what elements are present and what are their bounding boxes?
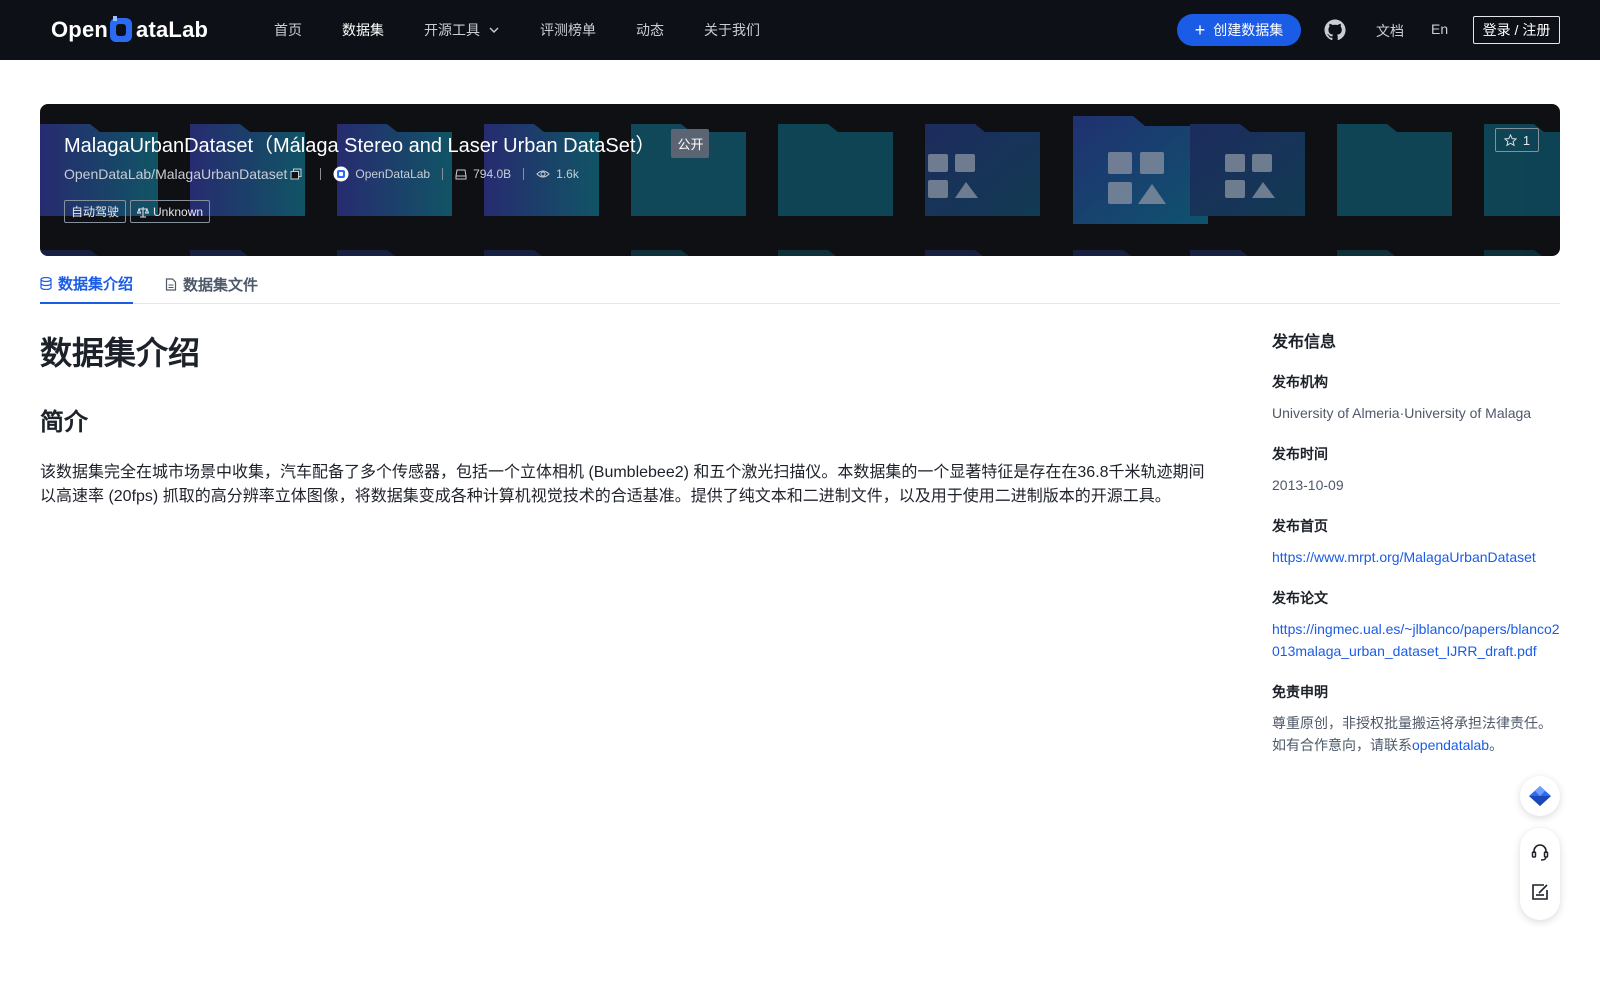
homepage-label: 发布首页 bbox=[1272, 518, 1328, 534]
create-dataset-label: 创建数据集 bbox=[1213, 22, 1284, 38]
publisher-label: 发布机构 bbox=[1272, 374, 1328, 390]
nav-home[interactable]: 首页 bbox=[274, 20, 302, 40]
login-register-button[interactable]: 登录 / 注册 bbox=[1473, 16, 1560, 44]
nav-news[interactable]: 动态 bbox=[636, 20, 664, 40]
nav-leaderboard[interactable]: 评测榜单 bbox=[540, 20, 596, 40]
nav-tools-label: 开源工具 bbox=[424, 22, 480, 38]
publish-date-label: 发布时间 bbox=[1272, 446, 1328, 462]
visibility-badge: 公开 bbox=[671, 129, 710, 158]
star-count: 1 bbox=[1522, 132, 1531, 148]
storage-size-icon bbox=[455, 168, 467, 180]
tab-dataset-files[interactable]: 数据集文件 bbox=[165, 264, 258, 304]
disclaimer-prefix: 如有合作意向，请联系 bbox=[1272, 737, 1412, 753]
publish-info-sidebar: 发布信息 发布机构 University of Almeria·Universi… bbox=[1272, 328, 1562, 768]
summary-heading: 简介 bbox=[40, 409, 88, 436]
tab-dataset-files-label: 数据集文件 bbox=[183, 276, 259, 294]
dataset-intro-content: 数据集介绍 简介 该数据集完全在城市场景中收集，汽车配备了多个传感器，包括一个立… bbox=[40, 328, 1210, 509]
publisher-value: University of Almeria·University of Mala… bbox=[1272, 405, 1532, 421]
disclaimer-text: 尊重原创，非授权批量搬运将承担法律责任。 如有合作意向，请联系opendatal… bbox=[1272, 712, 1562, 756]
meta-divider bbox=[523, 168, 525, 180]
nav-datasets-label: 数据集 bbox=[342, 22, 384, 38]
support-float-panel bbox=[1520, 828, 1560, 920]
publisher-block: 发布机构 University of Almeria·University of… bbox=[1272, 372, 1562, 424]
dataset-title: MalagaUrbanDataset（Málaga Stereo and Las… bbox=[64, 135, 656, 157]
publish-info-title: 发布信息 bbox=[1272, 334, 1337, 351]
publish-date-block: 发布时间 2013-10-09 bbox=[1272, 444, 1562, 496]
disclaimer-line-1: 尊重原创，非授权批量搬运将承担法律责任。 bbox=[1272, 715, 1552, 731]
paper-label: 发布论文 bbox=[1272, 590, 1328, 606]
star-button[interactable]: 1 bbox=[1495, 128, 1539, 152]
nav-leaderboard-label: 评测榜单 bbox=[540, 22, 596, 38]
feedback-edit-icon[interactable] bbox=[1530, 882, 1550, 907]
logo-text-open: Open bbox=[51, 17, 109, 42]
nav-datasets[interactable]: 数据集 bbox=[342, 20, 384, 40]
headset-support-icon[interactable] bbox=[1530, 842, 1550, 867]
top-navigation-bar: Open ataLab 首页 数据集 开源工具 评测榜单 动态 关于我们 + 创… bbox=[0, 0, 1600, 60]
diamond-logo-icon bbox=[1529, 786, 1551, 806]
views-eye-icon bbox=[536, 168, 550, 180]
github-icon[interactable] bbox=[1323, 18, 1347, 42]
owner-name[interactable]: OpenDataLab bbox=[355, 167, 430, 181]
homepage-block: 发布首页 https://www.mrpt.org/MalagaUrbanDat… bbox=[1272, 516, 1562, 568]
paper-link[interactable]: https://ingmec.ual.es/~jlblanco/papers/b… bbox=[1272, 618, 1562, 662]
language-switch[interactable]: En bbox=[1431, 21, 1448, 37]
homepage-link[interactable]: https://www.mrpt.org/MalagaUrbanDataset bbox=[1272, 546, 1562, 568]
star-icon bbox=[1503, 133, 1517, 146]
dataset-title-row: MalagaUrbanDataset（Málaga Stereo and Las… bbox=[64, 129, 710, 158]
meta-divider bbox=[442, 168, 444, 180]
nav-about[interactable]: 关于我们 bbox=[704, 20, 760, 40]
assistant-float-button[interactable] bbox=[1520, 776, 1560, 816]
nav-home-label: 首页 bbox=[274, 22, 302, 38]
license-tag[interactable]: Unknown bbox=[130, 200, 211, 223]
logo-text-atalab: ataLab bbox=[136, 17, 209, 42]
database-icon bbox=[40, 276, 52, 290]
paper-block: 发布论文 https://ingmec.ual.es/~jlblanco/pap… bbox=[1272, 588, 1562, 662]
dataset-tabs: 数据集介绍 数据集文件 bbox=[40, 264, 1560, 304]
dataset-tags: 自动驾驶 Unknown bbox=[64, 200, 214, 223]
copy-icon[interactable] bbox=[290, 168, 302, 180]
main-nav: 首页 数据集 开源工具 评测榜单 动态 关于我们 bbox=[274, 0, 800, 60]
chevron-down-icon bbox=[489, 27, 499, 33]
dataset-size: 794.0B bbox=[473, 167, 512, 181]
publish-date-value: 2013-10-09 bbox=[1272, 477, 1344, 493]
license-label: Unknown bbox=[153, 204, 204, 219]
plus-icon: + bbox=[1194, 20, 1206, 40]
nav-about-label: 关于我们 bbox=[704, 22, 760, 38]
disclaimer-block: 免责申明 尊重原创，非授权批量搬运将承担法律责任。 如有合作意向，请联系open… bbox=[1272, 682, 1562, 756]
intro-heading: 数据集介绍 bbox=[40, 335, 201, 371]
file-icon bbox=[165, 277, 177, 291]
tab-dataset-intro-label: 数据集介绍 bbox=[58, 275, 134, 293]
nav-open-source-tools[interactable]: 开源工具 bbox=[424, 20, 500, 40]
tab-dataset-intro[interactable]: 数据集介绍 bbox=[40, 264, 134, 304]
nav-news-label: 动态 bbox=[636, 22, 664, 38]
category-tag[interactable]: 自动驾驶 bbox=[64, 200, 127, 223]
logo-d-mark-icon bbox=[109, 16, 135, 44]
disclaimer-line-2: 如有合作意向，请联系opendatalab。 bbox=[1272, 734, 1562, 756]
summary-paragraph: 该数据集完全在城市场景中收集，汽车配备了多个传感器，包括一个立体相机 (Bumb… bbox=[40, 464, 1205, 505]
disclaimer-label: 免责申明 bbox=[1272, 684, 1328, 700]
owner-avatar-icon bbox=[333, 166, 349, 182]
docs-link[interactable]: 文档 bbox=[1376, 21, 1404, 41]
scale-icon bbox=[137, 206, 150, 217]
opendatalab-logo[interactable]: Open ataLab bbox=[51, 15, 208, 45]
meta-divider bbox=[320, 168, 322, 180]
contact-opendatalab-link[interactable]: opendatalab bbox=[1412, 737, 1489, 753]
dataset-banner: MalagaUrbanDataset（Málaga Stereo and Las… bbox=[40, 104, 1560, 256]
repo-path: OpenDataLab/MalagaUrbanDataset bbox=[64, 166, 288, 182]
create-dataset-button[interactable]: + 创建数据集 bbox=[1177, 14, 1301, 46]
view-count: 1.6k bbox=[556, 167, 579, 181]
dataset-meta-row: OpenDataLab/MalagaUrbanDataset OpenDataL… bbox=[64, 166, 579, 182]
disclaimer-suffix: 。 bbox=[1489, 737, 1504, 753]
